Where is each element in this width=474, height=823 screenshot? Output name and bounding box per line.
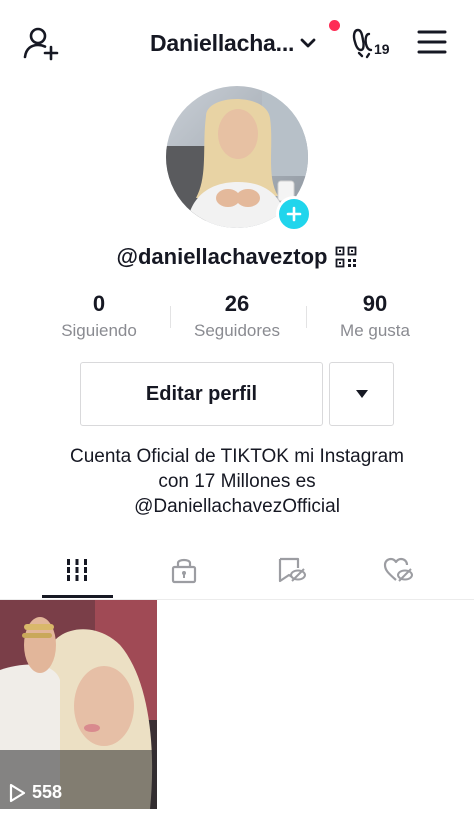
video-thumbnail[interactable]: 558 (0, 600, 157, 809)
username-title[interactable]: Daniellacha... (150, 30, 294, 57)
profile-tabs (0, 544, 474, 600)
notification-dot (329, 20, 340, 31)
profile-bio: Cuenta Oficial de TIKTOK mi Instagram co… (20, 444, 454, 519)
footprint-count: 19 (374, 41, 390, 57)
stat-followers[interactable]: 26 Seguidores (168, 290, 306, 346)
bookmark-hidden-icon (278, 557, 306, 583)
followers-count: 26 (224, 291, 250, 316)
view-count-value: 558 (32, 782, 63, 802)
handle-row: @daniellachaveztop (0, 240, 474, 274)
caret-down-icon (355, 390, 368, 398)
view-count: 558 (8, 782, 62, 803)
grid-icon (67, 559, 87, 581)
following-label: Siguiendo (61, 321, 137, 340)
add-avatar-button[interactable] (276, 196, 312, 232)
hamburger-menu-icon[interactable] (416, 28, 448, 56)
chevron-down-icon[interactable] (298, 33, 318, 53)
tab-saved[interactable] (271, 552, 311, 588)
profile-handle: @daniellachaveztop (116, 244, 328, 269)
bio-line: con 17 Millones es (158, 471, 316, 492)
lock-icon (171, 558, 197, 584)
top-bar: Daniellacha... 19 (0, 0, 474, 84)
play-outline-icon (9, 783, 26, 802)
bio-line: Cuenta Oficial de TIKTOK mi Instagram (69, 446, 405, 467)
heart-hidden-icon (383, 557, 413, 582)
qr-code-icon[interactable] (335, 246, 357, 268)
stat-likes[interactable]: 90 Me gusta (306, 290, 444, 346)
tab-private[interactable] (164, 552, 204, 588)
stat-following[interactable]: 0 Siguiendo (30, 290, 168, 346)
person-add-icon[interactable] (22, 24, 60, 62)
account-switcher[interactable]: Daniellacha... (150, 28, 318, 58)
likes-count: 90 (362, 291, 388, 316)
likes-label: Me gusta (340, 321, 410, 340)
edit-profile-button[interactable]: Editar perfil (80, 362, 323, 426)
followers-label: Seguidores (193, 321, 280, 340)
active-tab-indicator (42, 595, 113, 598)
bio-line: @DaniellachavezOfficial (134, 496, 340, 517)
more-options-button[interactable] (329, 362, 394, 426)
profile-stats: 0 Siguiendo 26 Seguidores 90 Me gusta (30, 290, 444, 346)
tab-liked[interactable] (378, 552, 418, 588)
plus-icon (286, 206, 302, 222)
tab-videos[interactable] (57, 552, 97, 588)
following-count: 0 (92, 291, 106, 316)
